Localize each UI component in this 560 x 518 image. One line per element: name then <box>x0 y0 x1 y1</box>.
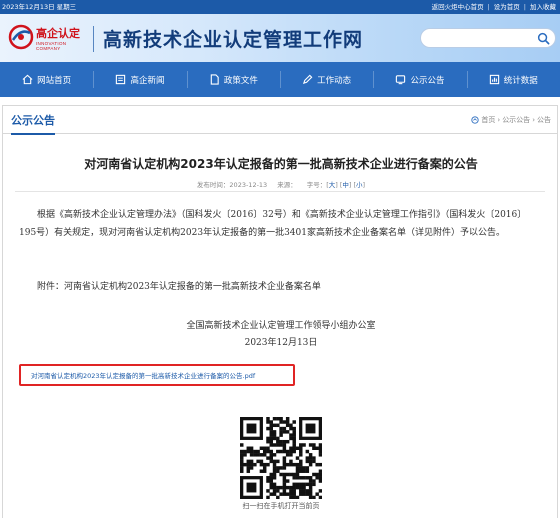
main-nav: 网站首页 高企新闻 政策文件 工作动态 公示公告 统计数据 <box>0 62 560 97</box>
breadcrumb-current: 公告 <box>537 116 551 124</box>
logo-subtext: INNOVATION COMPANY <box>36 41 67 51</box>
top-links: 返回火炬中心首页 | 设为首页 | 加入收藏 <box>432 0 556 14</box>
announcement-icon <box>396 75 406 85</box>
breadcrumb-separator: › <box>532 116 535 124</box>
search-icon[interactable] <box>537 32 550 45</box>
nav-label: 网站首页 <box>37 75 72 86</box>
nav-label: 高企新闻 <box>130 75 165 86</box>
separator: | <box>523 3 526 11</box>
nav-item-news[interactable]: 高企新闻 <box>93 62 186 97</box>
chart-icon <box>489 74 499 85</box>
home-icon <box>471 116 480 124</box>
article-meta: 发布时间：2023-12-13 来源： 字号：[大] [中] [小] <box>3 179 559 189</box>
site-header: 高企认定 INNOVATION COMPANY 高新技术企业认定管理工作网 <box>0 14 560 62</box>
current-date: 2023年12月13日 星期三 <box>2 3 77 11</box>
nav-label: 政策文件 <box>223 75 258 86</box>
pen-icon <box>303 74 313 85</box>
font-size-medium[interactable]: 中 <box>342 181 349 189</box>
separator: | <box>487 3 490 11</box>
article-title: 对河南省认定机构2023年认定报备的第一批高新技术企业进行备案的公告 <box>84 157 478 171</box>
attachment-pdf-link[interactable]: 对河南省认定机构2023年认定报备的第一批高新技术企业进行备案的公告.pdf <box>31 370 255 380</box>
header-divider <box>93 26 94 52</box>
torch-center-home-link[interactable]: 返回火炬中心首页 <box>432 0 484 14</box>
breadcrumb-home[interactable]: 首页 <box>481 115 495 125</box>
breadcrumb-announcements[interactable]: 公示公告 <box>502 115 530 125</box>
publish-date: 发布时间：2023-12-13 <box>196 181 268 189</box>
article-paragraph: 根据《高新技术企业认定管理办法》（国科发火〔2016〕32号）和《高新技术企业认… <box>19 210 527 238</box>
qr-code-image <box>240 417 323 500</box>
signature-org: 全国高新技术企业认定管理工作领导小组办公室 <box>186 321 376 331</box>
top-bar: 2023年12月13日 星期三 返回火炬中心首页 | 设为首页 | 加入收藏 <box>0 0 560 14</box>
nav-item-home[interactable]: 网站首页 <box>0 62 93 97</box>
breadcrumb: 首页 › 公示公告 › 公告 <box>471 115 551 125</box>
section-header: 公示公告 首页 › 公示公告 › 公告 <box>3 106 557 135</box>
nav-item-statistics[interactable]: 统计数据 <box>466 62 560 97</box>
section-title: 公示公告 <box>11 112 55 135</box>
qr-caption: 扫一扫在手机打开当前页 <box>242 502 320 510</box>
search-input[interactable] <box>429 31 534 46</box>
nav-item-policy[interactable]: 政策文件 <box>186 62 280 97</box>
qr-code <box>240 417 323 500</box>
set-homepage-link[interactable]: 设为首页 <box>494 0 520 14</box>
font-size-small[interactable]: 小 <box>356 181 363 189</box>
home-icon <box>22 74 33 85</box>
signature-date: 2023年12月13日 <box>244 338 318 348</box>
nav-label: 工作动态 <box>317 75 352 86</box>
logo-emblem-icon <box>8 24 34 50</box>
font-size-switcher: 字号：[大] [中] [小] <box>306 181 366 189</box>
document-icon <box>210 74 219 85</box>
font-size-large[interactable]: 大 <box>329 181 336 189</box>
nav-label: 统计数据 <box>503 75 538 86</box>
attachment-highlight: 对河南省认定机构2023年认定报备的第一批高新技术企业进行备案的公告.pdf <box>19 364 295 386</box>
nav-item-announcements[interactable]: 公示公告 <box>373 62 466 97</box>
breadcrumb-separator: › <box>497 116 501 124</box>
attachment-note: 附件：河南省认定机构2023年认定报备的第一批高新技术企业备案名单 <box>37 282 321 292</box>
nav-item-work-news[interactable]: 工作动态 <box>279 62 373 97</box>
article-source: 来源： <box>277 181 297 189</box>
site-title: 高新技术企业认定管理工作网 <box>103 29 364 51</box>
site-logo[interactable]: 高企认定 INNOVATION COMPANY <box>8 22 90 54</box>
divider <box>15 191 545 192</box>
news-icon <box>116 74 126 85</box>
content-panel: 公示公告 首页 › 公示公告 › 公告 对河南省认定机构2023年认定报备的第一… <box>2 105 558 518</box>
search-box <box>420 28 556 48</box>
nav-label: 公示公告 <box>410 75 445 86</box>
add-favorite-link[interactable]: 加入收藏 <box>530 0 556 14</box>
logo-text: 高企认定 <box>36 27 80 40</box>
